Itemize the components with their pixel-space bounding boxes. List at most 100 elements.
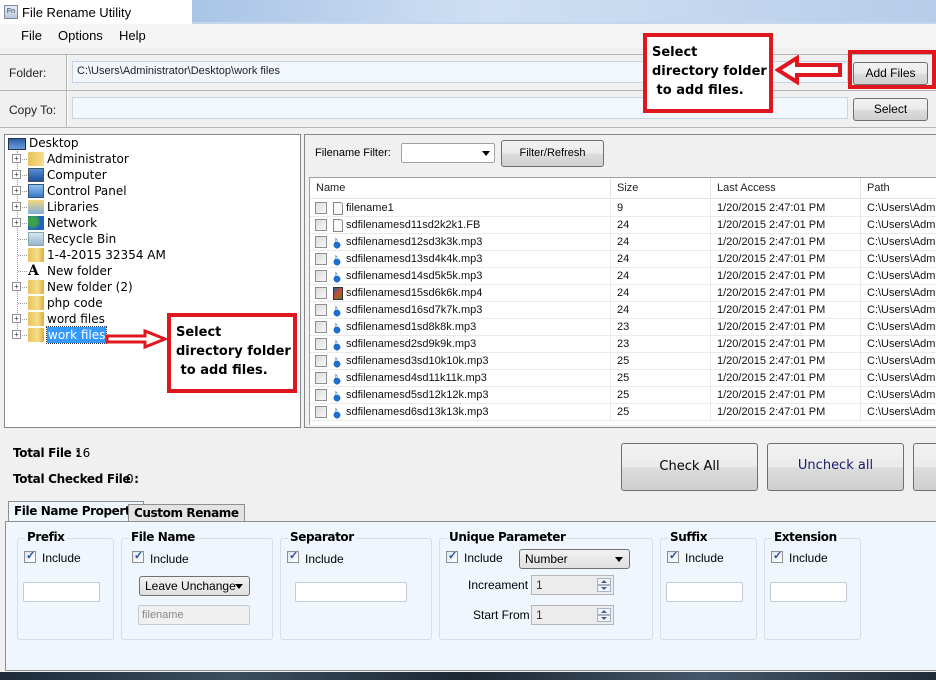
total-file-label: Total File :: [13, 446, 80, 460]
cell-last-access: 1/20/2015 2:47:01 PM: [711, 336, 861, 353]
cell-size: 9: [611, 200, 711, 217]
table-row[interactable]: sdfilenamesd14sd5k5k.mp3241/20/2015 2:47…: [310, 267, 936, 285]
more-action-button[interactable]: [913, 443, 936, 491]
spin-up-icon[interactable]: [597, 608, 611, 615]
tree-item-label[interactable]: Computer: [47, 167, 107, 183]
cell-name: sdfilenamesd11sd2k2k1.FB: [310, 217, 611, 234]
column-header-path[interactable]: Path: [861, 178, 936, 199]
table-row[interactable]: sdfilenamesd5sd12k12k.mp3251/20/2015 2:4…: [310, 386, 936, 404]
suffix-include-checkbox[interactable]: [667, 549, 679, 563]
table-row[interactable]: sdfilenamesd13sd4k4k.mp3241/20/2015 2:47…: [310, 250, 936, 268]
expand-icon[interactable]: +: [12, 282, 21, 291]
table-row[interactable]: sdfilenamesd12sd3k3k.mp3241/20/2015 2:47…: [310, 233, 936, 251]
table-row[interactable]: sdfilenamesd1sd8k8k.mp3231/20/2015 2:47:…: [310, 318, 936, 336]
expand-icon[interactable]: +: [12, 186, 21, 195]
cell-path: C:\Users\Admi: [861, 217, 936, 234]
extension-input[interactable]: [770, 582, 847, 602]
table-row[interactable]: filename1 9 1/20/2015 2:47:01 PM C:\Users\A…: [310, 200, 936, 217]
table-row[interactable]: sdfilenamesd2sd9k9k.mp3231/20/2015 2:47:…: [310, 335, 936, 353]
cell-name: sdfilenamesd6sd13k13k.mp3: [310, 404, 611, 421]
unique-type-value: Number: [525, 552, 568, 566]
expand-icon[interactable]: +: [12, 218, 21, 227]
select-button[interactable]: Select: [853, 98, 928, 121]
file-name-include-checkbox[interactable]: [132, 549, 144, 563]
callout-arrow-top: [775, 55, 842, 85]
cell-name: sdfilenamesd4sd11k11k.mp3: [310, 370, 611, 387]
cell-name: sdfilenamesd2sd9k9k.mp3: [310, 336, 611, 353]
extension-include-checkbox[interactable]: [771, 549, 783, 563]
cell-last-access: 1/20/2015 2:47:01 PM: [711, 404, 861, 421]
separator-include-label: Include: [305, 552, 344, 566]
expand-icon[interactable]: +: [12, 314, 21, 323]
increment-stepper[interactable]: 1: [531, 575, 614, 595]
font-icon: A: [28, 263, 39, 279]
spin-up-icon[interactable]: [597, 578, 611, 585]
tree-item-label[interactable]: Control Panel: [47, 183, 127, 199]
tree-item-label[interactable]: 1-4-2015 32354 AM: [47, 247, 166, 263]
suffix-group: Suffix Include: [660, 530, 757, 640]
table-row[interactable]: sdfilenamesd16sd7k7k.mp3241/20/2015 2:47…: [310, 301, 936, 319]
tree-item-label[interactable]: Network: [47, 215, 97, 231]
tree-item-label[interactable]: php code: [47, 295, 103, 311]
table-row[interactable]: sdfilenamesd6sd13k13k.mp3251/20/2015 2:4…: [310, 403, 936, 421]
column-header-last-access[interactable]: Last Access: [711, 178, 861, 199]
extension-title: Extension: [772, 530, 839, 544]
check-all-button[interactable]: Check All: [621, 443, 758, 491]
start-from-stepper[interactable]: 1: [531, 605, 614, 625]
expand-icon[interactable]: +: [12, 202, 21, 211]
file-panel: Filename Filter: Filter/Refresh Name Siz…: [304, 134, 936, 428]
table-row[interactable]: sdfilenamesd3sd10k10k.mp3251/20/2015 2:4…: [310, 352, 936, 370]
spin-down-icon[interactable]: [597, 585, 611, 592]
cell-path: C:\Users\Admi: [861, 200, 936, 217]
callout-arrow-tree: [105, 328, 169, 350]
cell-size: 24: [611, 268, 711, 285]
expand-icon[interactable]: +: [12, 330, 21, 339]
tree-item-label[interactable]: New folder (2): [47, 279, 133, 295]
menu-file[interactable]: File: [21, 28, 42, 43]
expand-icon[interactable]: +: [12, 154, 21, 163]
column-header-name[interactable]: Name: [310, 178, 611, 199]
spin-down-icon[interactable]: [597, 615, 611, 622]
cell-path: C:\Users\Admi: [861, 404, 936, 421]
table-row[interactable]: sdfilenamesd15sd6k6k.mp4 24 1/20/2015 2:47…: [310, 285, 936, 302]
separator-title: Separator: [288, 530, 356, 544]
callout-box-tree: Select directory folder to add files.: [167, 313, 297, 393]
filter-refresh-button[interactable]: Filter/Refresh: [501, 140, 604, 167]
callout-text-tree: Select directory folder to add files.: [176, 325, 291, 378]
file-name-property-panel: Prefix Include File Name Include Leave U…: [5, 521, 936, 671]
file-name-input[interactable]: filename: [138, 605, 250, 625]
title-bar-background: [192, 0, 936, 22]
menu-options[interactable]: Options: [58, 28, 103, 43]
filename-filter-combo[interactable]: [401, 143, 495, 163]
table-row[interactable]: sdfilenamesd4sd11k11k.mp3251/20/2015 2:4…: [310, 369, 936, 387]
tab-custom-rename[interactable]: Custom Rename: [128, 504, 245, 522]
separator-input[interactable]: [295, 582, 407, 602]
tree-item-label[interactable]: Libraries: [47, 199, 99, 215]
separator-include-checkbox[interactable]: [287, 549, 299, 563]
file-name-group: File Name Include Leave Unchange filenam…: [121, 530, 273, 640]
prefix-input[interactable]: [23, 582, 100, 602]
tree-item-label[interactable]: New folder: [47, 263, 112, 279]
suffix-input[interactable]: [666, 582, 743, 602]
column-header-size[interactable]: Size: [611, 178, 711, 199]
expand-icon[interactable]: +: [12, 170, 21, 179]
uncheck-all-button[interactable]: Uncheck all: [767, 443, 904, 491]
unique-include-checkbox[interactable]: [446, 549, 458, 563]
file-name-mode-select[interactable]: Leave Unchange: [139, 576, 250, 596]
table-row[interactable]: sdfilenamesd11sd2k2k1.FB 24 1/20/2015 2:47…: [310, 217, 936, 234]
unique-type-select[interactable]: Number: [519, 549, 630, 569]
tree-item-label[interactable]: work files: [45, 326, 108, 344]
cell-size: 23: [611, 336, 711, 353]
file-grid[interactable]: Name Size Last Access Path filename1 9 1/2…: [309, 177, 936, 425]
tree-item-label[interactable]: Administrator: [47, 151, 129, 167]
menu-help[interactable]: Help: [119, 28, 146, 43]
tree-item-label[interactable]: Recycle Bin: [47, 231, 116, 247]
tab-file-name-property[interactable]: File Name Property: [8, 501, 144, 522]
prefix-include-label: Include: [42, 551, 81, 565]
file-name-include-label: Include: [150, 552, 189, 566]
chevron-down-icon: [235, 584, 243, 589]
prefix-include-checkbox[interactable]: [24, 549, 36, 563]
tree-item-label[interactable]: word files: [47, 311, 105, 327]
folder-icon: [28, 312, 44, 326]
tree-item-desktop[interactable]: Desktop: [29, 135, 79, 151]
